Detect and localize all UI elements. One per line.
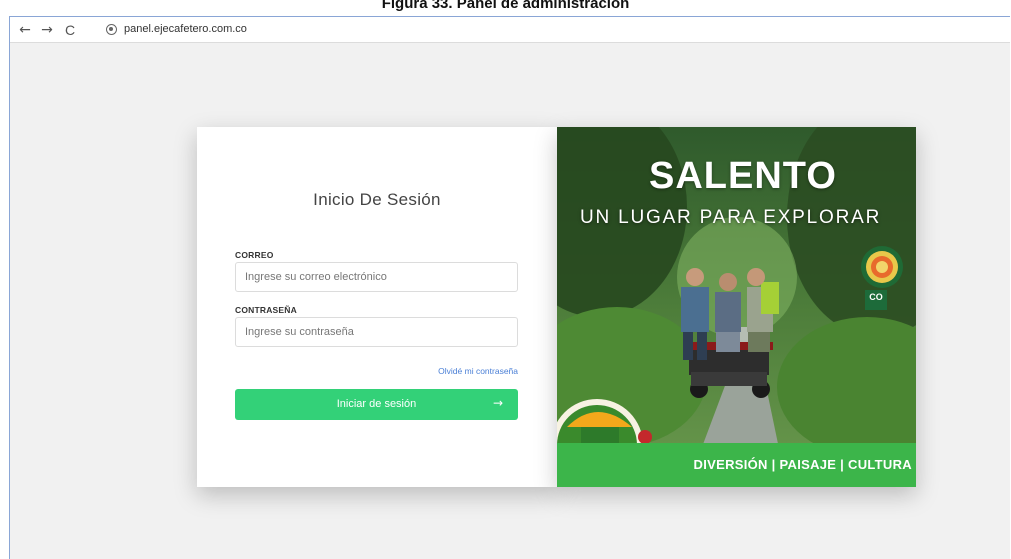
login-title: Inicio De Sesión [313, 190, 441, 209]
arrow-right-icon: → [492, 396, 503, 410]
email-field[interactable] [235, 262, 518, 292]
promo-banner: DIVERSIÓN | PAISAJE | CULTURA [557, 443, 916, 487]
browser-window: ← → C panel.ejecafetero.com.co Inicio De… [9, 16, 1010, 559]
password-field[interactable] [235, 317, 518, 347]
page-viewport: Inicio De Sesión CORREO CONTRASEÑA Olvid… [10, 43, 1010, 559]
browser-toolbar: ← → C panel.ejecafetero.com.co [10, 17, 1010, 43]
reload-icon[interactable]: C [61, 21, 79, 39]
colombia-badge: CO [865, 290, 887, 310]
email-label: CORREO [235, 250, 274, 260]
promo-subtitle: UN LUGAR PARA EXPLORAR [580, 207, 882, 228]
login-button[interactable]: Iniciar de sesión → [235, 389, 518, 420]
login-card: Inicio De Sesión CORREO CONTRASEÑA Olvid… [197, 127, 557, 487]
promo-title: SALENTO [649, 155, 837, 197]
promo-image: SALENTO UN LUGAR PARA EXPLORAR CO DIVERS… [557, 127, 916, 487]
password-label: CONTRASEÑA [235, 305, 297, 315]
site-info-icon[interactable] [106, 24, 117, 35]
address-bar[interactable]: panel.ejecafetero.com.co [124, 23, 247, 35]
forward-arrow-icon[interactable]: → [38, 21, 56, 39]
login-button-label: Iniciar de sesión [336, 398, 417, 410]
back-arrow-icon[interactable]: ← [16, 21, 34, 39]
promo-tagline: DIVERSIÓN | PAISAJE | CULTURA [693, 457, 912, 472]
figure-caption: Figura 33. Panel de administración [381, 0, 630, 12]
forgot-password-link[interactable]: Olvidé mi contraseña [438, 366, 518, 376]
